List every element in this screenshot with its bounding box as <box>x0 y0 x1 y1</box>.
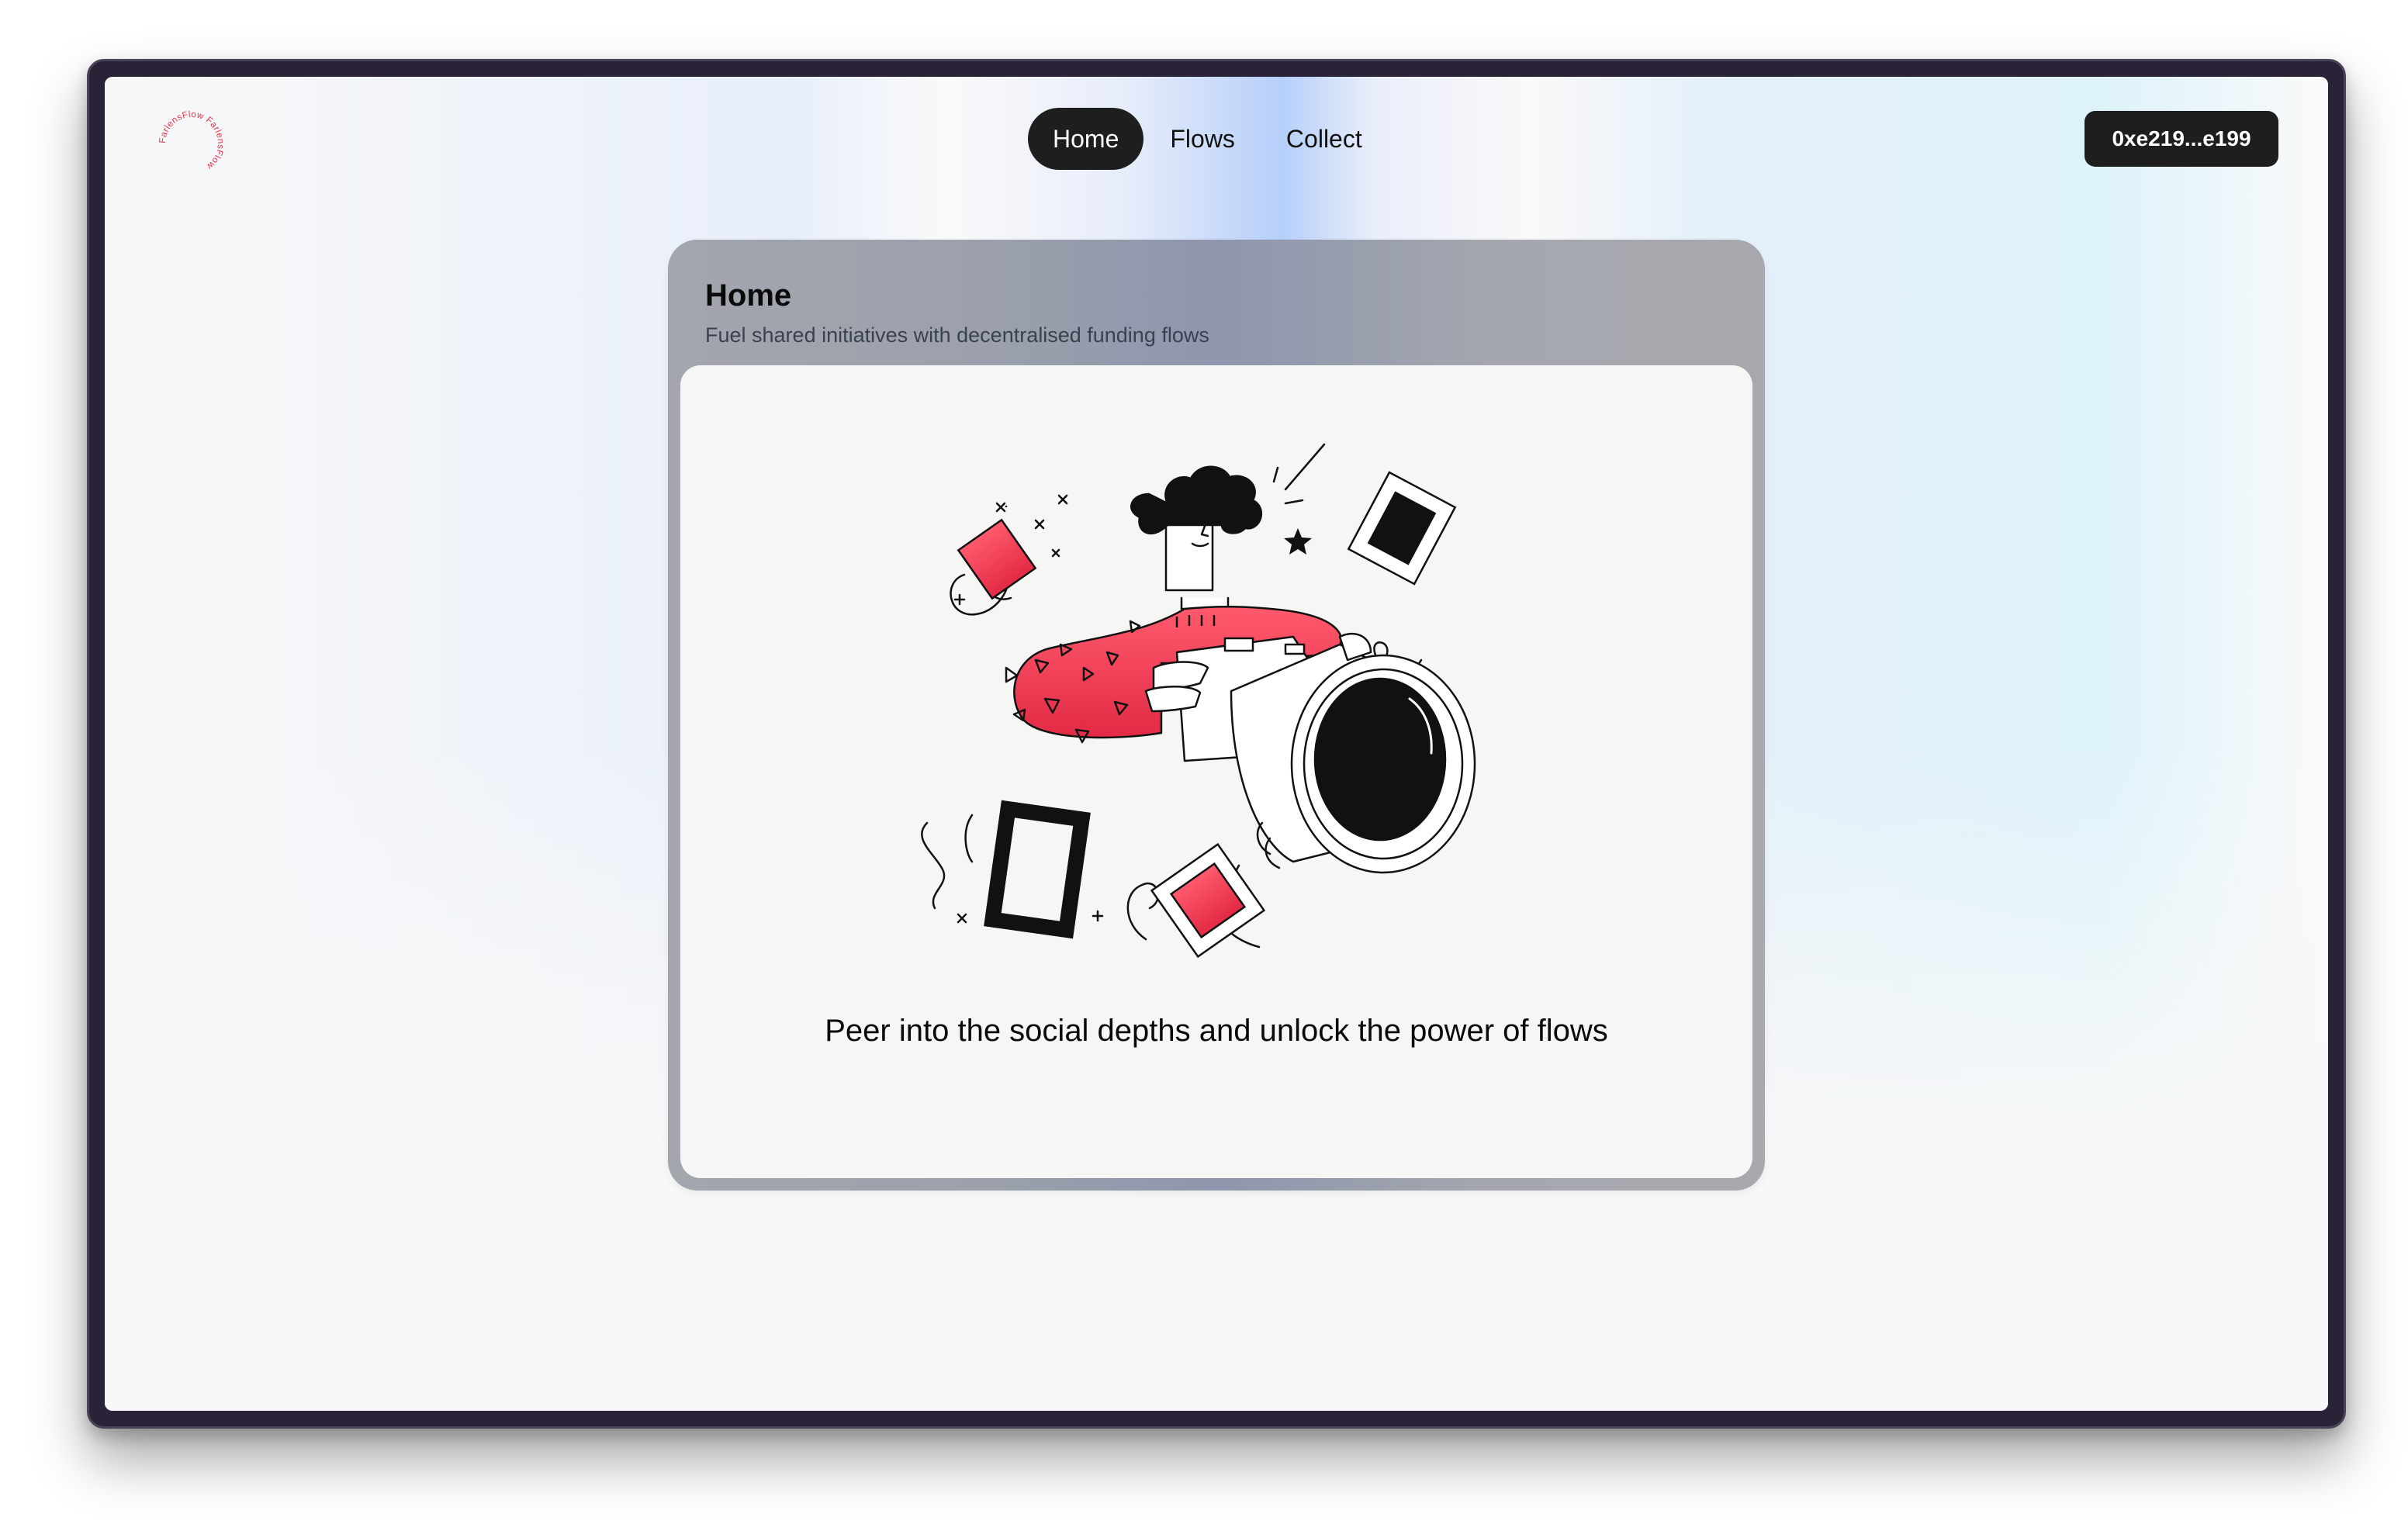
main-nav: Home Flows Collect <box>1028 108 1387 170</box>
wallet-address-button[interactable]: 0xe219...e199 <box>2085 111 2278 167</box>
logo-icon: FarlensFlow FarlensFlow <box>158 110 225 171</box>
nav-item-flows[interactable]: Flows <box>1145 108 1260 170</box>
logo[interactable]: FarlensFlow FarlensFlow <box>154 106 229 181</box>
logo-text: FarlensFlow FarlensFlow <box>158 110 225 171</box>
card-content: Peer into the social depths and unlock t… <box>680 365 1752 1178</box>
page-subtitle: Fuel shared initiatives with decentralis… <box>705 323 1209 347</box>
app-screen: FarlensFlow FarlensFlow Home Flows Colle… <box>105 77 2328 1411</box>
photographer-illustration <box>921 443 1476 959</box>
tagline: Peer into the social depths and unlock t… <box>825 1014 1608 1048</box>
page-title: Home <box>705 278 792 313</box>
device-frame: FarlensFlow FarlensFlow Home Flows Colle… <box>87 59 2346 1429</box>
nav-item-home[interactable]: Home <box>1028 108 1144 170</box>
nav-item-collect[interactable]: Collect <box>1261 108 1387 170</box>
home-card: Home Fuel shared initiatives with decent… <box>668 240 1765 1191</box>
svg-text:FarlensFlow FarlensFlow: FarlensFlow FarlensFlow <box>158 110 225 171</box>
